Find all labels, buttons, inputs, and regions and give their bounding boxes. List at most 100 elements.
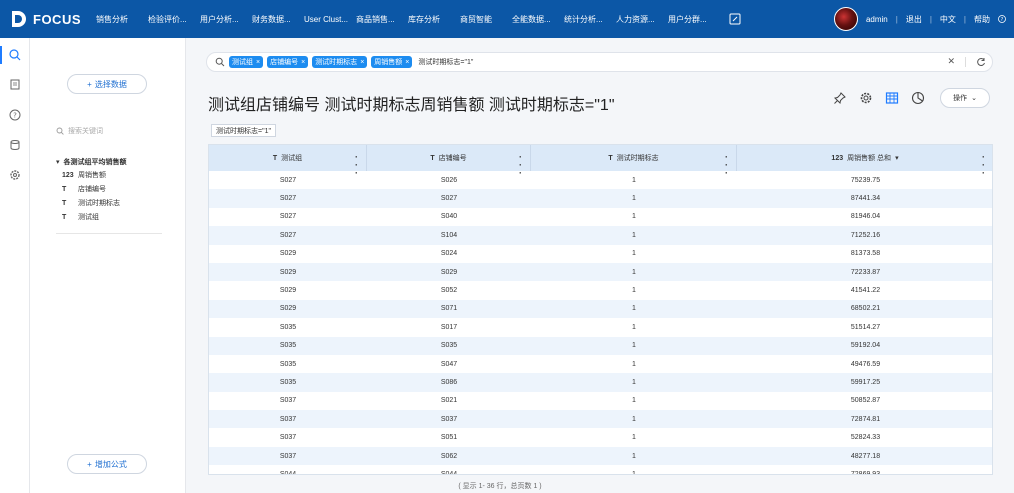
- search-actions: ✕: [947, 56, 986, 67]
- separator: |: [963, 14, 966, 24]
- table-row[interactable]: S029 S052 1 41541.22: [209, 281, 992, 299]
- table-row[interactable]: S027 S026 1 75239.75: [209, 171, 992, 189]
- column-header[interactable]: T 测试时期标志 · · ·: [531, 145, 737, 178]
- language-link[interactable]: 中文: [940, 14, 956, 25]
- table-row[interactable]: S037 S062 1 48277.18: [209, 446, 992, 466]
- select-data-button[interactable]: + 选择数据: [67, 74, 147, 94]
- table-row[interactable]: S035 S086 1 59917.25: [209, 373, 992, 392]
- column-header[interactable]: 123 周销售额 总和 ▾ · · ·: [737, 145, 992, 178]
- data-source-root[interactable]: ▾ 各测试组平均销售额: [56, 156, 176, 168]
- table-cell: 1: [632, 176, 636, 184]
- nav-item[interactable]: 库存分析: [408, 14, 460, 25]
- table-cell: 59192.04: [850, 342, 881, 350]
- table-cell: 1: [632, 452, 636, 460]
- field-type-icon: T: [62, 199, 67, 207]
- field-tree: ▾ 各测试组平均销售额 123 周销售额 T 店铺编号 T 测试时期标志 T 测试组: [56, 156, 176, 224]
- result-table: T 测试组 · · · T 店铺编号 · · · T 测试时期标志 · · · 123 周销售额 总和 ▾ · · · …: [208, 144, 993, 475]
- table-row[interactable]: S044 S044 1 72869.93: [209, 465, 992, 475]
- table-row[interactable]: S037 S051 1 52824.33: [209, 428, 992, 446]
- pin-button[interactable]: [832, 90, 848, 106]
- nav-item[interactable]: 统计分析...: [564, 14, 616, 25]
- field-item[interactable]: T 测试时期标志: [56, 196, 176, 210]
- table-cell: S104: [440, 231, 458, 239]
- table-row[interactable]: S035 S035 1 59192.04: [209, 336, 992, 355]
- nav-item[interactable]: 全能数据...: [512, 14, 564, 25]
- table-cell: S029: [279, 305, 297, 313]
- close-icon[interactable]: ×: [301, 59, 305, 66]
- field-name: 测试组: [78, 214, 99, 221]
- field-search[interactable]: 搜索关键词: [56, 124, 166, 138]
- table-row[interactable]: S029 S029 1 72233.87: [209, 262, 992, 282]
- settings-button[interactable]: [858, 90, 874, 106]
- table-cell: 81373.58: [850, 250, 881, 258]
- nav-item[interactable]: 财务数据...: [252, 14, 304, 25]
- nav-item[interactable]: 用户分析...: [200, 14, 252, 25]
- search-chip[interactable]: 店铺编号 ×: [267, 56, 309, 68]
- column-header[interactable]: T 店铺编号 · · ·: [367, 145, 531, 178]
- operate-dropdown[interactable]: 操作 ⌄: [940, 88, 990, 108]
- close-icon[interactable]: ×: [405, 59, 409, 66]
- search-chip[interactable]: 测试组 ×: [229, 56, 264, 68]
- field-item[interactable]: T 店铺编号: [56, 182, 176, 196]
- logo[interactable]: FOCUS: [0, 9, 96, 29]
- table-row[interactable]: S027 S027 1 87441.34: [209, 189, 992, 208]
- nav-item[interactable]: 检验评价...: [148, 14, 200, 25]
- search-condition-text[interactable]: 测试时期标志="1": [418, 57, 473, 67]
- separator: |: [895, 14, 898, 24]
- field-name: 测试时期标志: [78, 200, 120, 207]
- table-cell: 72869.93: [850, 470, 881, 475]
- sort-desc-icon[interactable]: ▾: [895, 154, 899, 162]
- help-icon[interactable]: ?: [998, 15, 1006, 23]
- search-bar[interactable]: 测试组 × 店铺编号 × 测试时期标志 × 周销售额 × 测试时期标志="1" ✕: [206, 52, 993, 72]
- search-icon[interactable]: [8, 48, 22, 62]
- table-row[interactable]: S037 S021 1 50852.87: [209, 392, 992, 410]
- view-toolbar: 操作 ⌄: [832, 88, 990, 108]
- table-row[interactable]: S035 S017 1 51514.27: [209, 318, 992, 336]
- field-item[interactable]: T 测试组: [56, 210, 176, 224]
- close-icon[interactable]: ×: [360, 59, 364, 66]
- logout-link[interactable]: 退出: [906, 14, 922, 25]
- table-row[interactable]: S035 S047 1 49476.59: [209, 355, 992, 373]
- column-header[interactable]: T 测试组 · · ·: [209, 145, 367, 178]
- settings-icon[interactable]: [8, 168, 22, 182]
- question-icon[interactable]: ?: [8, 108, 22, 122]
- table-cell: 1: [632, 213, 636, 221]
- bookmark-icon[interactable]: [8, 78, 22, 92]
- table-row[interactable]: S037 S037 1 72874.81: [209, 410, 992, 429]
- table-cell: 1: [632, 434, 636, 442]
- avatar[interactable]: [833, 7, 858, 31]
- table-row[interactable]: S029 S071 1 68502.21: [209, 299, 992, 319]
- table-view-button[interactable]: [884, 90, 900, 106]
- table-cell: S026: [440, 176, 458, 184]
- table-cell: 72233.87: [850, 268, 881, 276]
- svg-text:?: ?: [13, 112, 17, 120]
- nav-item[interactable]: User Clust...: [304, 15, 356, 24]
- table-cell: S029: [279, 287, 297, 295]
- refresh-icon[interactable]: [976, 57, 986, 67]
- username[interactable]: admin: [866, 15, 888, 24]
- chevron-down-icon: ⌄: [971, 95, 977, 102]
- filter-tag[interactable]: 测试时期标志="1": [211, 124, 276, 137]
- help-link[interactable]: 帮助: [974, 14, 990, 25]
- field-item[interactable]: 123 周销售额: [56, 168, 176, 182]
- table-row[interactable]: S027 S104 1 71252.16: [209, 226, 992, 245]
- table-row[interactable]: S029 S024 1 81373.58: [209, 245, 992, 263]
- field-type-icon: T: [62, 213, 67, 221]
- add-formula-button[interactable]: + 增加公式: [67, 454, 147, 474]
- database-icon[interactable]: [8, 138, 22, 152]
- nav-item[interactable]: 销售分析: [96, 14, 148, 25]
- search-chip[interactable]: 测试时期标志 ×: [312, 56, 368, 68]
- edit-icon[interactable]: [728, 12, 742, 26]
- chart-view-button[interactable]: [910, 90, 926, 106]
- table-row[interactable]: S027 S040 1 81946.04: [209, 208, 992, 226]
- nav-item[interactable]: 商贸智能: [460, 14, 512, 25]
- nav-item[interactable]: 人力资源...: [616, 14, 668, 25]
- clear-icon[interactable]: ✕: [947, 56, 955, 67]
- table-cell: S024: [440, 250, 458, 258]
- nav-item[interactable]: 商品销售...: [356, 14, 408, 25]
- search-chip[interactable]: 周销售额 ×: [371, 56, 413, 68]
- nav-item[interactable]: 用户分群...: [668, 14, 720, 25]
- main-nav: 销售分析 检验评价... 用户分析... 财务数据... User Clust... 商品…: [96, 0, 720, 38]
- pin-icon: [833, 92, 846, 105]
- close-icon[interactable]: ×: [256, 59, 260, 66]
